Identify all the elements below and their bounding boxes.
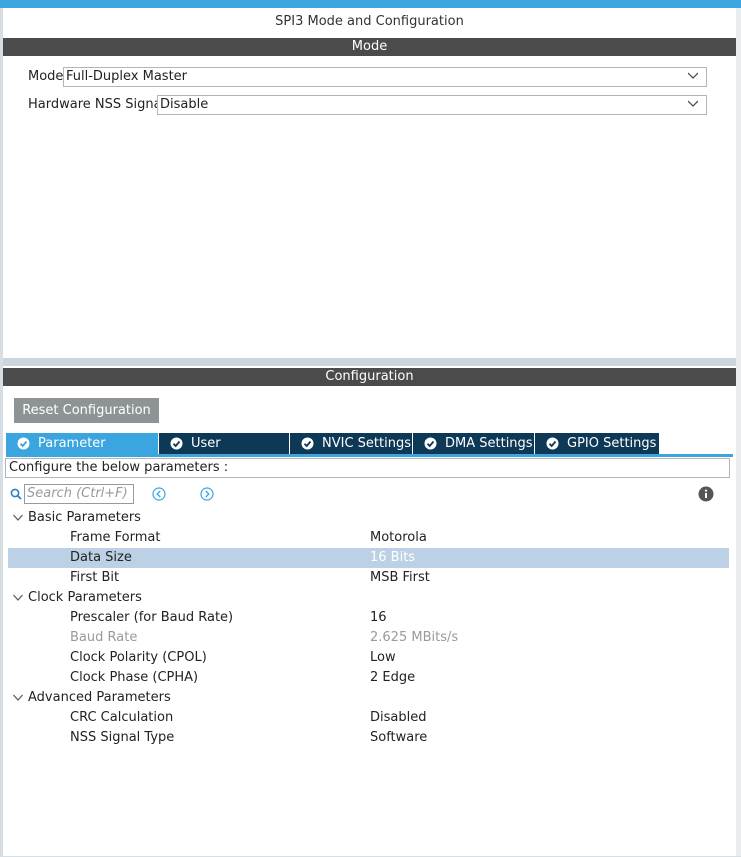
configuration-header: Configuration	[3, 368, 736, 386]
chevron-down-icon	[13, 594, 23, 601]
param-name: Data Size	[70, 550, 132, 565]
param-row-baud-rate: Baud Rate 2.625 MBits/s	[8, 628, 729, 648]
group-clock-parameters[interactable]: Clock Parameters	[8, 588, 729, 608]
param-row-first-bit[interactable]: First Bit MSB First	[8, 568, 729, 588]
scrollbar-track[interactable]	[736, 8, 741, 856]
tab-nvic-settings[interactable]: NVIC Settings	[290, 433, 412, 454]
param-row-clock-phase[interactable]: Clock Phase (CPHA) 2 Edge	[8, 668, 729, 688]
group-label: Basic Parameters	[28, 510, 141, 525]
group-label: Advanced Parameters	[28, 690, 171, 705]
search-input[interactable]: Search (Ctrl+F)	[24, 484, 134, 504]
param-name: Prescaler (for Baud Rate)	[70, 610, 234, 625]
param-value: 16	[370, 610, 387, 625]
check-circle-icon	[301, 437, 314, 450]
param-name: First Bit	[70, 570, 120, 585]
param-value: 2 Edge	[370, 670, 416, 685]
param-row-clock-polarity[interactable]: Clock Polarity (CPOL) Low	[8, 648, 729, 668]
search-icon	[10, 488, 22, 500]
group-advanced-parameters[interactable]: Advanced Parameters	[8, 688, 729, 708]
param-name: NSS Signal Type	[70, 730, 175, 745]
group-basic-parameters[interactable]: Basic Parameters	[8, 508, 729, 528]
param-value: Motorola	[370, 530, 427, 545]
param-value: Disabled	[370, 710, 427, 725]
param-name: Clock Phase (CPHA)	[70, 670, 199, 685]
nss-select[interactable]: Disable	[157, 95, 707, 115]
tab-dma-settings[interactable]: DMA Settings	[413, 433, 534, 454]
param-row-data-size[interactable]: Data Size 16 Bits	[8, 548, 729, 568]
chevron-down-icon	[688, 100, 698, 107]
check-circle-icon	[170, 437, 183, 450]
check-circle-icon	[17, 437, 30, 450]
tab-label: GPIO Settings	[567, 436, 657, 451]
mode-label: Mode	[28, 69, 64, 84]
reset-configuration-button[interactable]: Reset Configuration	[14, 398, 159, 423]
parameters-description: Configure the below parameters :	[5, 458, 730, 478]
group-label: Clock Parameters	[28, 590, 142, 605]
tab-label: DMA Settings	[445, 436, 533, 451]
tab-underline	[6, 454, 733, 457]
chevron-down-icon	[688, 72, 698, 79]
check-circle-icon	[424, 437, 437, 450]
param-name: Baud Rate	[70, 630, 138, 645]
param-value: MSB First	[370, 570, 430, 585]
chevron-down-icon	[13, 694, 23, 701]
param-row-nss-signal-type[interactable]: NSS Signal Type Software	[8, 728, 729, 748]
chevron-down-icon	[13, 514, 23, 521]
param-name: CRC Calculation	[70, 710, 174, 725]
nss-label: Hardware NSS Signal	[28, 97, 166, 112]
tab-user-constants[interactable]: User Constants	[159, 433, 289, 472]
mode-select[interactable]: Full-Duplex Master	[63, 67, 707, 87]
param-value: Software	[370, 730, 428, 745]
param-row-prescaler[interactable]: Prescaler (for Baud Rate) 16	[8, 608, 729, 628]
nss-select-value: Disable	[160, 97, 209, 112]
next-result-icon[interactable]	[200, 487, 214, 501]
param-value: Low	[370, 650, 396, 665]
window-top-stripe	[0, 0, 741, 8]
param-name: Frame Format	[70, 530, 161, 545]
window-title: SPI3 Mode and Configuration	[275, 14, 464, 29]
param-row-frame-format[interactable]: Frame Format Motorola	[8, 528, 729, 548]
tab-parameter-settings[interactable]: Parameter Settings	[6, 433, 158, 472]
previous-result-icon[interactable]	[152, 487, 166, 501]
mode-header: Mode	[3, 38, 736, 56]
mode-select-value: Full-Duplex Master	[66, 69, 188, 84]
info-icon[interactable]	[698, 486, 714, 502]
param-value: 16 Bits	[370, 550, 416, 565]
param-row-crc-calculation[interactable]: CRC Calculation Disabled	[8, 708, 729, 728]
main-panel: SPI3 Mode and Configuration Mode Mode Fu…	[3, 8, 736, 856]
tab-label: NVIC Settings	[322, 436, 411, 451]
section-splitter[interactable]	[3, 358, 736, 366]
tab-gpio-settings[interactable]: GPIO Settings	[535, 433, 659, 454]
check-circle-icon	[546, 437, 559, 450]
param-name: Clock Polarity (CPOL)	[70, 650, 207, 665]
param-value: 2.625 MBits/s	[370, 630, 459, 645]
